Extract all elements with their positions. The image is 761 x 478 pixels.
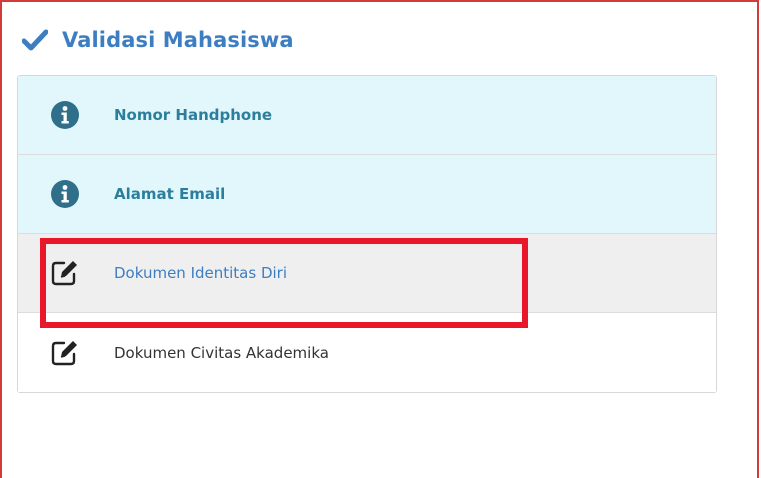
info-icon — [51, 101, 79, 129]
step-item-nomor-handphone[interactable]: Nomor Handphone — [18, 76, 716, 155]
info-icon — [51, 180, 79, 208]
section-header: Validasi Mahasiswa — [22, 24, 294, 56]
edit-icon — [51, 261, 77, 286]
step-item-dokumen-civitas-akademika[interactable]: Dokumen Civitas Akademika — [18, 313, 716, 392]
step-label: Dokumen Civitas Akademika — [114, 343, 329, 362]
page-title: Validasi Mahasiswa — [62, 28, 294, 52]
check-icon — [22, 29, 48, 51]
step-label: Alamat Email — [114, 185, 226, 203]
step-label: Dokumen Identitas Diri — [114, 264, 288, 282]
step-list: Nomor Handphone Alamat Email Dokumen Ide… — [17, 75, 717, 393]
step-item-alamat-email[interactable]: Alamat Email — [18, 155, 716, 234]
edit-icon — [51, 340, 77, 365]
step-item-dokumen-identitas-diri[interactable]: Dokumen Identitas Diri — [18, 234, 716, 313]
step-label: Nomor Handphone — [114, 106, 273, 124]
